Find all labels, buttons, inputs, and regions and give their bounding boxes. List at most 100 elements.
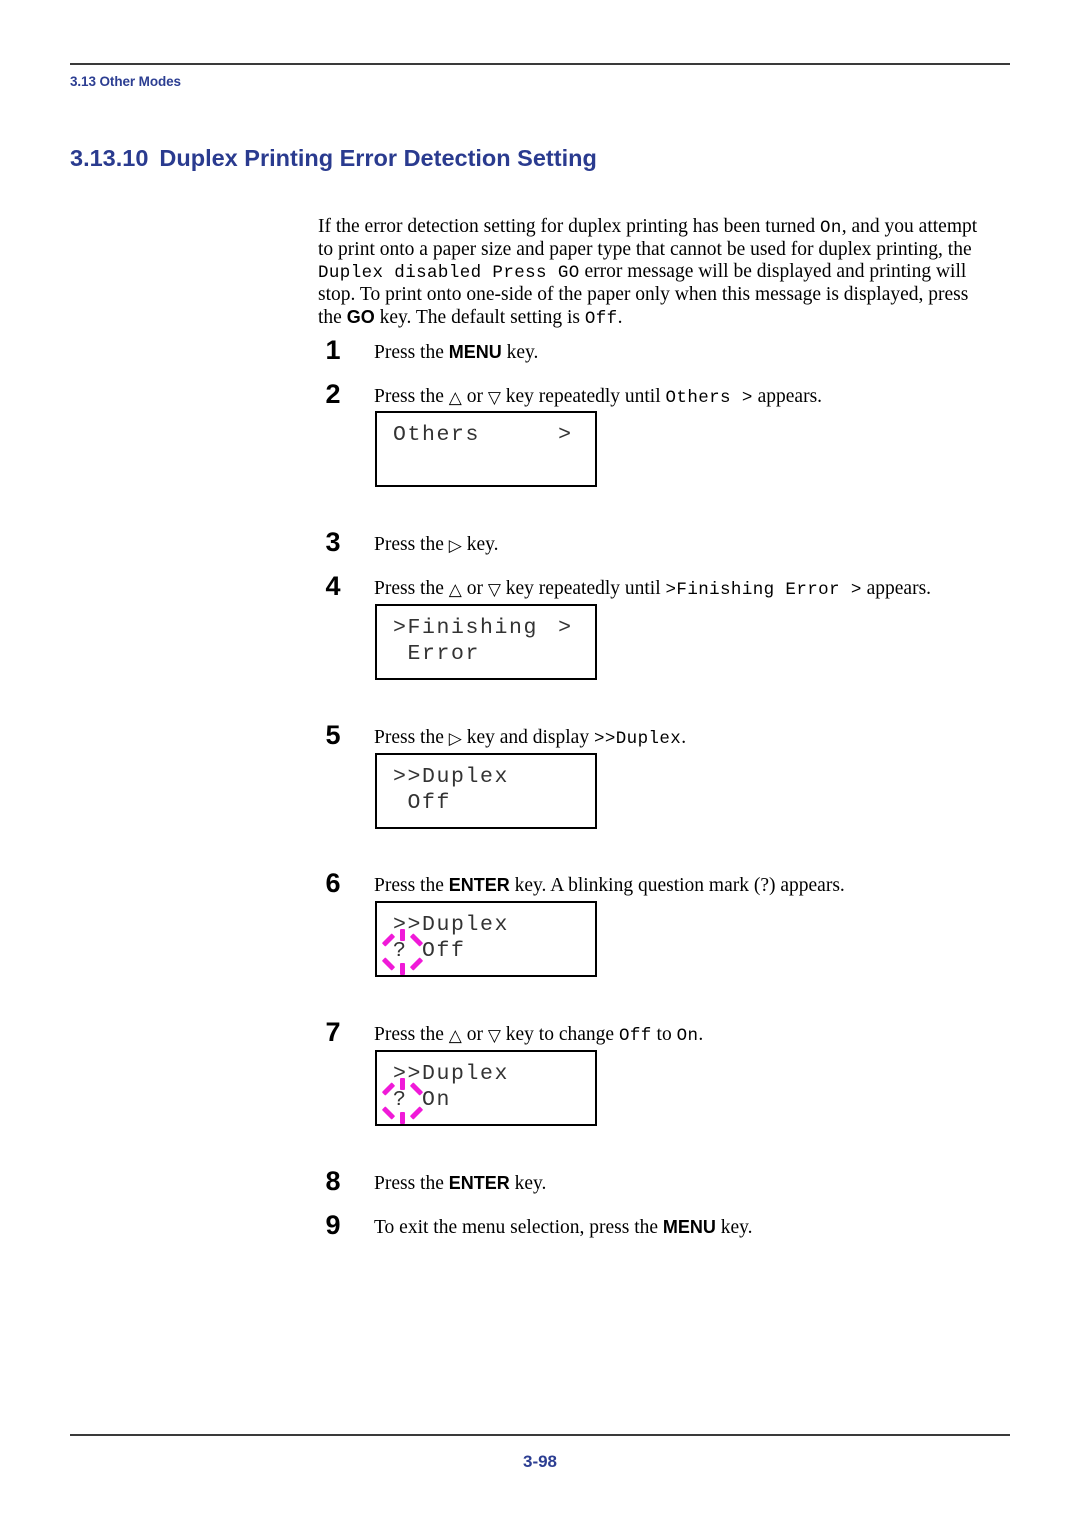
lcd-text-run: >Finishing Error > <box>665 580 862 600</box>
arrow-key-icon: △ <box>448 580 462 599</box>
text-run: key. <box>501 342 539 363</box>
lcd-display-others: Others > <box>375 411 597 487</box>
text-run: key. <box>715 1217 753 1238</box>
step-5: 5 Press the ▷ key and display >>Duplex. <box>318 720 1018 755</box>
intro-mono-message: Duplex disabled Press GO <box>318 262 580 283</box>
text-run: Press the <box>374 534 449 555</box>
arrow-key-icon: ▽ <box>487 580 501 599</box>
text-run: key to change <box>500 1024 619 1045</box>
text-run: Press the <box>374 1173 449 1194</box>
text-run: To exit the menu selection, press the <box>374 1217 663 1238</box>
text-run: or <box>461 1024 488 1045</box>
lcd-text-run: Others > <box>665 388 753 408</box>
step-number: 7 <box>325 1017 341 1047</box>
step-4: 4 Press the △ or ▽ key repeatedly until … <box>318 571 1018 606</box>
arrow-key-icon: △ <box>448 1026 462 1045</box>
text-run: or <box>461 578 488 599</box>
text-run: key. <box>461 534 499 555</box>
lcd-line-1: >Finishing <box>393 616 539 640</box>
lcd-display-duplex-on-blinking: >>Duplex ? On <box>375 1050 597 1126</box>
lcd-line-2: ? Off <box>393 939 466 963</box>
step-2: 2 Press the △ or ▽ key repeatedly until … <box>318 379 1018 414</box>
lcd-display-duplex-off: >>Duplex Off <box>375 753 597 829</box>
arrow-key-icon: ▽ <box>487 1026 501 1045</box>
running-head: 3.13 Other Modes <box>70 74 181 89</box>
lcd-text-run: Off <box>618 1026 652 1046</box>
lcd-text-run: >>Duplex <box>593 729 682 749</box>
text-run: Press the <box>374 578 449 599</box>
step-number: 8 <box>325 1166 341 1196</box>
text-run: appears. <box>861 578 932 599</box>
section-number: 3.13.10 <box>70 145 149 171</box>
step-3: 3 Press the ▷ key. <box>318 527 1018 562</box>
intro-paragraph: If the error detection setting for duple… <box>318 216 996 331</box>
step-text: Press the ▷ key and display >>Duplex. <box>374 727 686 749</box>
step-6: 6 Press the ENTER key. A blinking questi… <box>318 868 1018 903</box>
lcd-caret-icon: > <box>558 616 571 640</box>
arrow-key-icon: ▽ <box>487 388 501 407</box>
lcd-display-finishing-error: >Finishing Error > <box>375 604 597 680</box>
step-number: 1 <box>325 335 341 365</box>
text-run: key. <box>509 1173 547 1194</box>
text-run: appears. <box>752 386 823 407</box>
text-run: Press the <box>374 342 449 363</box>
text-run: . <box>698 1024 704 1045</box>
lcd-line-2: Error <box>393 642 481 666</box>
intro-text-4: key. The default setting is <box>374 307 585 329</box>
step-number: 2 <box>325 379 341 409</box>
text-run: Press the <box>374 1024 449 1045</box>
lcd-display-duplex-off-blinking: >>Duplex ? Off <box>375 901 597 977</box>
page-title: 3.13.10 Duplex Printing Error Detection S… <box>70 145 597 172</box>
step-1: 1 Press the MENU key. <box>318 335 1018 370</box>
step-text: Press the ENTER key. <box>374 1173 546 1195</box>
step-text: Press the △ or ▽ key repeatedly until Ot… <box>374 386 822 408</box>
page-number: 3-98 <box>522 1452 558 1471</box>
footer-rule <box>70 1434 1010 1436</box>
step-number: 4 <box>325 571 341 601</box>
step-text: To exit the menu selection, press the ME… <box>374 1217 753 1239</box>
step-8: 8 Press the ENTER key. <box>318 1166 1018 1201</box>
key-label: ENTER <box>448 875 510 895</box>
text-run: key. A blinking question mark (?) appear… <box>509 875 845 896</box>
lcd-line-1: >>Duplex <box>393 1062 510 1086</box>
step-number: 3 <box>325 527 341 557</box>
lcd-line-2: ? On <box>393 1088 452 1112</box>
intro-text-1: If the error detection setting for duple… <box>318 215 820 237</box>
text-run: key repeatedly until <box>500 578 666 599</box>
text-run: . <box>681 727 687 748</box>
header-rule <box>70 63 1010 65</box>
section-title-text: Duplex Printing Error Detection Setting <box>159 145 597 171</box>
intro-mono-off: Off <box>584 309 618 330</box>
step-text: Press the ENTER key. A blinking question… <box>374 875 845 897</box>
step-text: Press the △ or ▽ key repeatedly until >F… <box>374 578 931 600</box>
lcd-line-1: Others <box>393 423 481 447</box>
lcd-line-1: >>Duplex <box>393 913 510 937</box>
text-run: Press the <box>374 386 449 407</box>
text-run: Press the <box>374 727 449 748</box>
text-run: key and display <box>461 727 594 748</box>
step-text: Press the △ or ▽ key to change Off to On… <box>374 1024 703 1046</box>
step-number: 5 <box>325 720 341 750</box>
intro-mono-on: On <box>819 217 842 238</box>
step-text: Press the MENU key. <box>374 342 538 364</box>
key-label: MENU <box>448 342 502 362</box>
lcd-line-1: >>Duplex <box>393 765 510 789</box>
key-label: ENTER <box>448 1173 510 1193</box>
arrow-key-icon: △ <box>448 388 462 407</box>
lcd-caret-icon: > <box>558 423 571 447</box>
step-number: 6 <box>325 868 341 898</box>
document-page: 3.13 Other Modes 3.13.10 Duplex Printing … <box>0 0 1080 1528</box>
go-key-label: GO <box>346 307 375 328</box>
step-number: 9 <box>325 1210 341 1240</box>
text-run: Press the <box>374 875 449 896</box>
step-text: Press the ▷ key. <box>374 534 498 556</box>
arrow-key-icon: ▷ <box>448 536 462 555</box>
intro-text-5: . <box>617 307 623 329</box>
text-run: to <box>651 1024 677 1045</box>
arrow-key-icon: ▷ <box>448 729 462 748</box>
key-label: MENU <box>662 1217 716 1237</box>
text-run: or <box>461 386 488 407</box>
lcd-line-2: Off <box>393 791 452 815</box>
text-run: key repeatedly until <box>500 386 666 407</box>
step-7: 7 Press the △ or ▽ key to change Off to … <box>318 1017 1018 1052</box>
